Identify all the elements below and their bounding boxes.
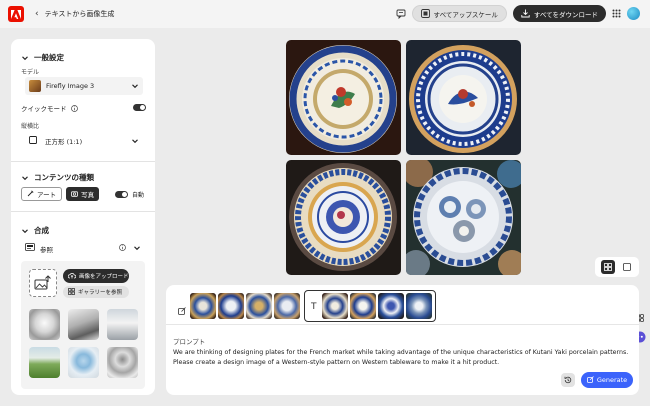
feedback-icon[interactable] [396,9,406,19]
model-label: モデル [21,69,40,76]
photo-label: 写真 [81,191,95,199]
auto-toggle[interactable] [115,191,128,198]
reference-thumb-3[interactable] [107,309,138,340]
prompt-panel: T プロンプト We are thinking of designing pla… [166,285,639,395]
aspect-ratio-label: 縦横比 [21,123,40,130]
chevron-down-icon [21,174,29,182]
generated-image-4[interactable] [406,160,521,275]
current-thumb-3[interactable] [378,293,404,319]
photo-button[interactable]: 写真 [66,187,100,201]
content-type-header[interactable]: コンテンツの種類 [21,172,94,183]
section-divider [11,211,155,212]
auto-label: 自動 [132,192,145,199]
generate-button[interactable]: Generate [581,372,633,388]
prompt-label: プロンプト [173,338,206,346]
upload-image-button[interactable]: 画像をアップロード [63,269,129,283]
history-thumb-3[interactable] [246,293,272,319]
reference-thumb-4[interactable] [29,347,60,378]
brush-icon [27,189,34,199]
user-avatar[interactable] [627,7,640,20]
history-thumb-1[interactable] [190,293,216,319]
generated-image-3[interactable] [286,160,401,275]
thumbnail-strip: T [166,285,639,325]
chevron-down-icon [131,137,139,145]
chevron-down-icon [21,227,29,235]
text-type-icon: T [311,302,317,312]
reference-thumb-2[interactable] [68,309,99,340]
reference-icon [25,243,35,254]
history-thumb-4[interactable] [274,293,300,319]
browse-gallery-button[interactable]: ギャラリーを参照 [63,286,129,298]
single-view-button[interactable] [620,260,634,274]
quick-mode-toggle[interactable] [133,104,146,111]
art-label: アート [37,191,57,199]
model-thumbnail [29,80,41,92]
history-thumb-2[interactable] [218,293,244,319]
art-button[interactable]: アート [21,187,63,201]
composition-header[interactable]: 合成 [21,225,49,236]
reference-label: 参照 [40,245,53,254]
download-icon [521,9,530,18]
model-value: Firefly Image 3 [46,82,95,90]
model-select[interactable]: Firefly Image 3 [25,77,143,95]
chevron-down-icon[interactable] [133,244,141,254]
content-type-title: コンテンツの種類 [34,173,94,182]
upload-image-label: 画像をアップロード [79,274,129,280]
reference-thumb-5[interactable] [68,347,99,378]
info-icon[interactable] [70,104,78,112]
content-type-buttons: アート 写真 [21,187,100,201]
edit-icon[interactable] [178,307,186,317]
prompt-input[interactable]: We are thinking of designing plates for … [173,348,633,368]
settings-panel: 一般設定 モデル Firefly Image 3 クイックモード 縦横比 正方形… [11,39,155,395]
chevron-down-icon [21,54,29,62]
browse-gallery-label: ギャラリーを参照 [78,290,123,296]
generate-label: Generate [596,376,628,384]
general-settings-title: 一般設定 [34,53,64,62]
chevron-down-icon [131,82,139,90]
gallery-icon [68,287,75,297]
composition-title: 合成 [34,226,49,235]
generated-image-2[interactable] [406,40,521,155]
upscale-all-label: すべてアップスケール [433,10,498,19]
adobe-logo[interactable] [8,6,24,22]
reference-thumb-1[interactable] [29,309,60,340]
aspect-ratio-value: 正方形 (1:1) [45,138,83,146]
aspect-ratio-select[interactable]: 正方形 (1:1) [25,132,143,150]
upload-image-icon[interactable] [29,269,57,297]
reference-thumb-6[interactable] [107,347,138,378]
reference-row[interactable]: 参照 [25,243,53,254]
section-divider [11,161,155,162]
view-switcher [595,257,639,277]
square-icon [29,136,37,146]
quick-mode-row: クイックモード [21,103,78,113]
top-bar: ‹ テキストから画像生成 すべてアップスケール すべてをダウンロード [0,0,650,28]
info-icon[interactable] [119,244,126,253]
upload-cloud-icon [67,272,77,281]
download-all-button[interactable]: すべてをダウンロード [512,5,606,22]
current-thumb-2[interactable] [350,293,376,319]
back-chevron-icon[interactable]: ‹ [35,9,39,19]
current-thumb-1[interactable] [322,293,348,319]
reference-box: 画像をアップロード ギャラリーを参照 [21,261,145,389]
prompt-history-button[interactable] [561,373,575,387]
quick-mode-label: クイックモード [21,105,67,113]
app-title[interactable]: テキストから画像生成 [45,9,115,19]
upscale-all-button[interactable]: すべてアップスケール [411,5,507,22]
upscale-icon [420,9,430,18]
camera-icon [71,190,79,199]
generate-icon [586,375,594,385]
general-settings-header[interactable]: 一般設定 [21,52,64,63]
current-thumb-4[interactable] [406,293,432,319]
download-all-label: すべてをダウンロード [533,10,598,19]
grid-view-button[interactable] [600,260,615,274]
generated-image-1[interactable] [286,40,401,155]
apps-grid-icon[interactable] [612,9,621,18]
